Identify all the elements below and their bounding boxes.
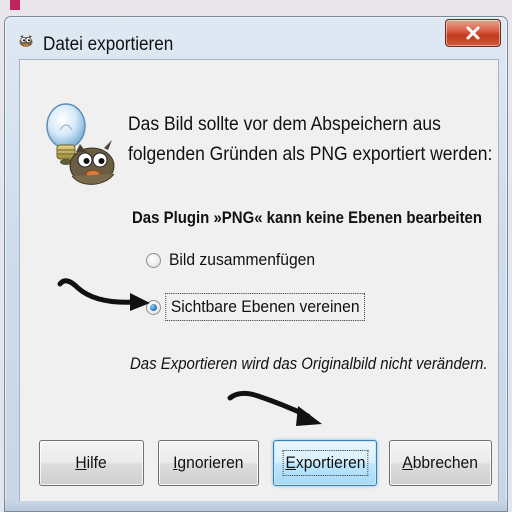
- annotation-arrow-to-export: [227, 390, 322, 426]
- help-button-label[interactable]: Hilfe: [76, 453, 107, 473]
- help-button[interactable]: Hilfe: [39, 440, 144, 486]
- option-merge-image[interactable]: Bild zusammenfügen: [146, 250, 328, 270]
- window-bottom-frame: [5, 501, 507, 511]
- export-button-label[interactable]: Exportieren: [282, 450, 368, 476]
- cancel-button[interactable]: Abbrechen: [389, 440, 492, 486]
- annotation-arrow-to-option: [57, 278, 150, 311]
- export-dialog-window: Datei exportieren Das Bild sollte vor de…: [4, 16, 508, 512]
- window-title: Datei exportieren: [43, 34, 174, 55]
- plugin-limitation-note: Das Plugin »PNG« kann keine Ebenen bearb…: [132, 208, 483, 227]
- close-icon: [466, 26, 480, 40]
- export-info-note: Das Exportieren wird das Originalbild ni…: [130, 354, 488, 373]
- gimp-lightbulb-wilber-icon: [42, 100, 122, 188]
- message-line-2: folgenden Gründen als PNG exportiert wer…: [128, 144, 493, 165]
- message-line-1: Das Bild sollte vor dem Abspeichern aus: [128, 114, 441, 135]
- gimp-wilber-icon: [17, 31, 35, 49]
- close-button[interactable]: [445, 19, 501, 47]
- cancel-button-label[interactable]: Abbrechen: [403, 453, 479, 473]
- background-app-fragment: [10, 0, 20, 10]
- option-merge-visible-layers[interactable]: Sichtbare Ebenen vereinen: [146, 293, 378, 321]
- export-button[interactable]: Exportieren: [273, 440, 377, 486]
- radio-merge-image[interactable]: [146, 252, 161, 268]
- title-bar[interactable]: Datei exportieren: [5, 17, 507, 57]
- radio-label-merge-visible-layers[interactable]: Sichtbare Ebenen vereinen: [165, 293, 366, 321]
- screenshot: Datei exportieren Das Bild sollte vor de…: [0, 0, 512, 512]
- ignore-button[interactable]: Ignorieren: [158, 440, 259, 486]
- radio-merge-visible-layers[interactable]: [146, 299, 161, 315]
- export-reason-message: Das Bild sollte vor dem Abspeichern aus …: [128, 110, 493, 170]
- radio-label-merge-image[interactable]: Bild zusammenfügen: [169, 250, 315, 270]
- ignore-button-label[interactable]: Ignorieren: [173, 453, 243, 473]
- dialog-content: Das Bild sollte vor dem Abspeichern aus …: [19, 59, 499, 503]
